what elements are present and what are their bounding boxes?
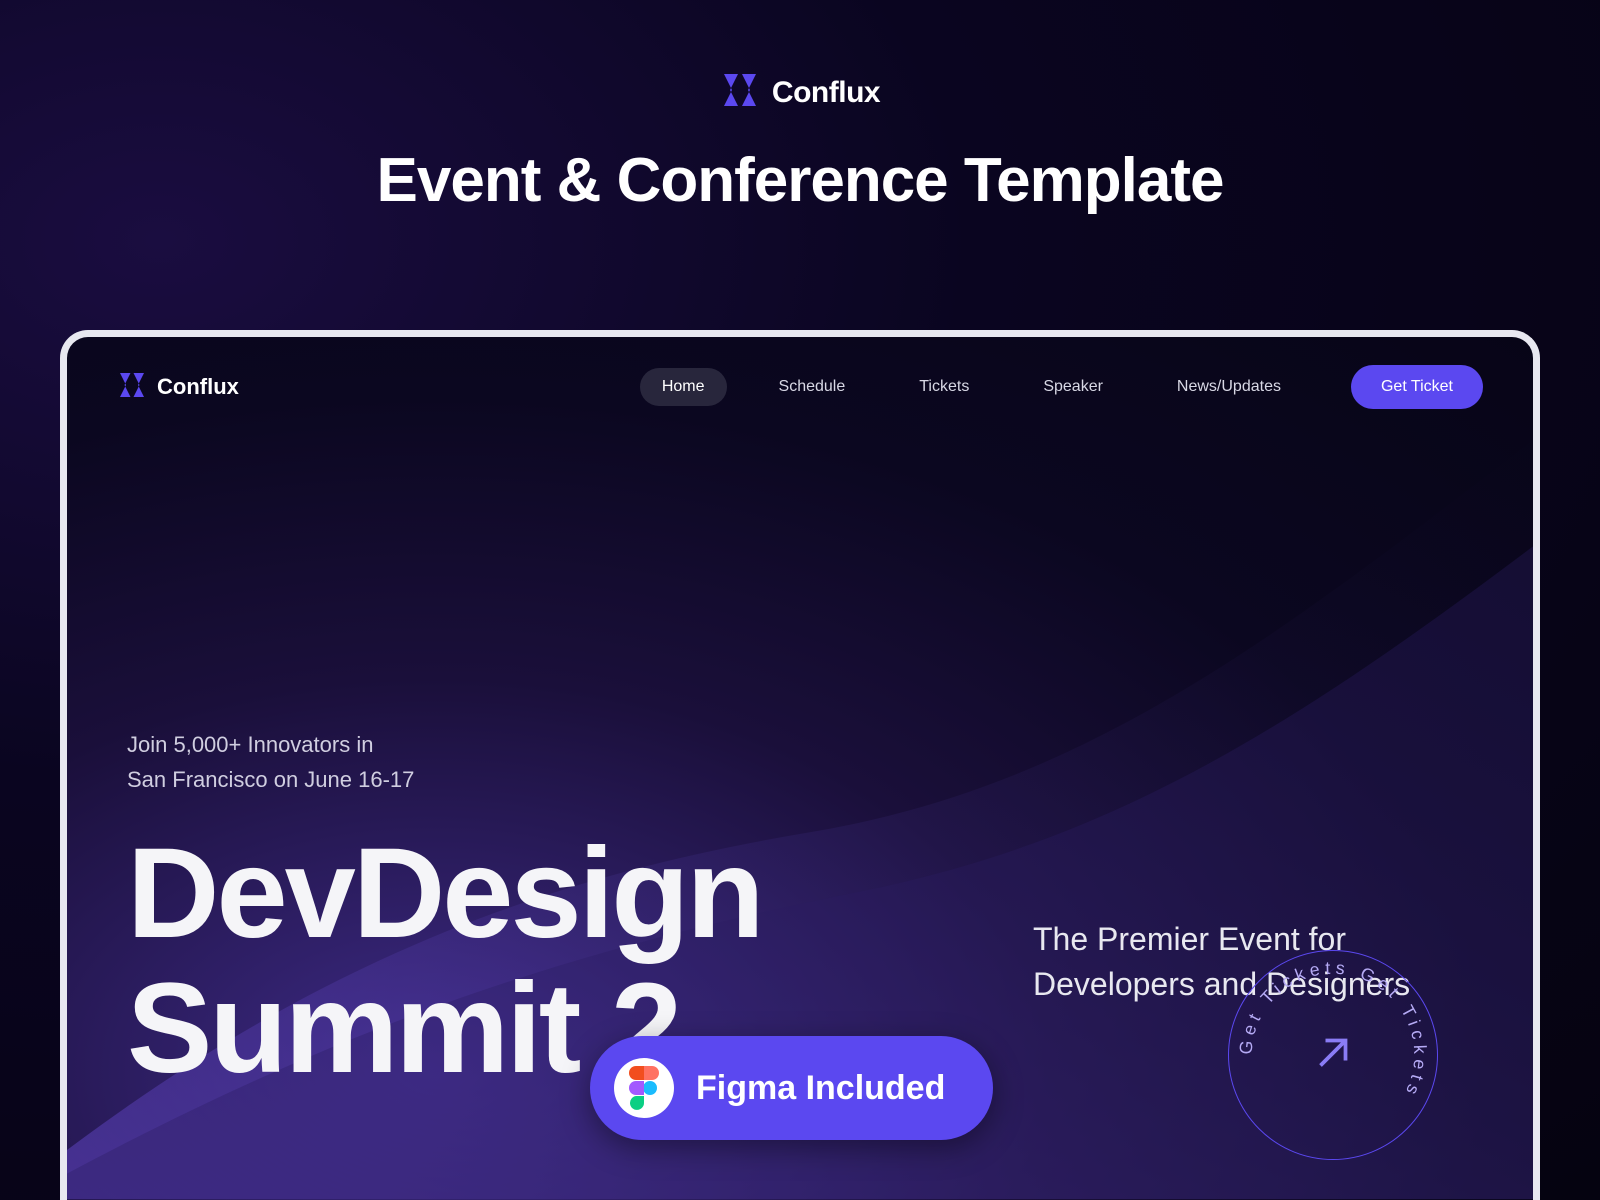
- outer-page-title: Event & Conference Template: [377, 145, 1224, 216]
- conflux-logo-icon: [720, 70, 760, 115]
- ticket-badge-text-ring: Get Tickets Get Tickets: [1229, 951, 1437, 1159]
- nav-item-news[interactable]: News/Updates: [1155, 368, 1303, 406]
- svg-text:Get Tickets Get Tickets: Get Tickets Get Tickets: [1235, 958, 1430, 1103]
- site-brand-name: Conflux: [157, 374, 239, 400]
- outer-brand-name: Conflux: [772, 76, 880, 110]
- figma-included-pill[interactable]: Figma Included: [590, 1036, 993, 1140]
- conflux-logo-icon: [117, 370, 147, 405]
- nav-items: Home Schedule Tickets Speaker News/Updat…: [640, 365, 1483, 409]
- figma-icon: [614, 1058, 674, 1118]
- hero-meta-line1: Join 5,000+ Innovators in: [127, 727, 1473, 762]
- site-navbar: Conflux Home Schedule Tickets Speaker Ne…: [67, 337, 1533, 437]
- get-tickets-circular-badge[interactable]: Get Tickets Get Tickets: [1228, 950, 1438, 1160]
- nav-item-tickets[interactable]: Tickets: [897, 368, 991, 406]
- hero-meta-line2: San Francisco on June 16-17: [127, 762, 1473, 797]
- get-ticket-button[interactable]: Get Ticket: [1351, 365, 1483, 409]
- nav-item-schedule[interactable]: Schedule: [757, 368, 868, 406]
- nav-item-home[interactable]: Home: [640, 368, 727, 406]
- nav-item-speaker[interactable]: Speaker: [1021, 368, 1125, 406]
- site-brand-logo[interactable]: Conflux: [117, 370, 239, 405]
- outer-brand-logo: Conflux: [720, 70, 880, 115]
- figma-pill-label: Figma Included: [696, 1069, 945, 1108]
- hero-meta: Join 5,000+ Innovators in San Francisco …: [127, 727, 1473, 797]
